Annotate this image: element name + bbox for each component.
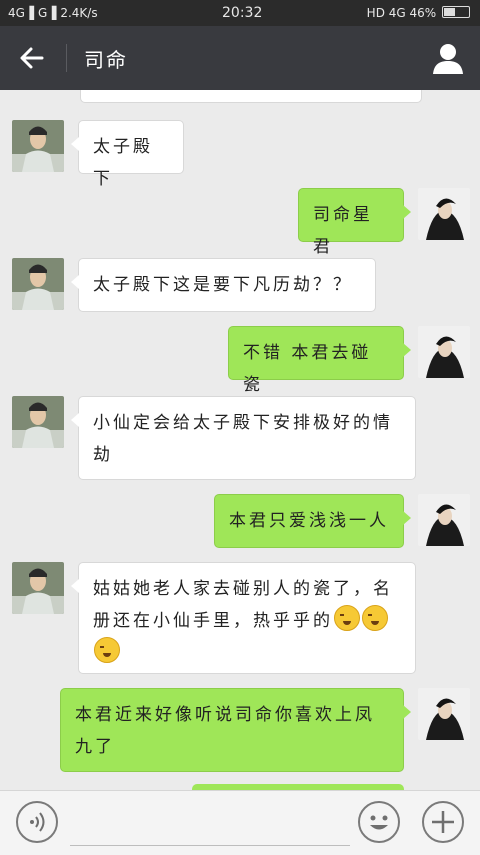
message-bubble[interactable]: 姑姑她老人家去碰别人的瓷了，名册还在小仙手里，热乎乎的 <box>71 562 416 674</box>
message-bubble[interactable]: 本君只爱浅浅一人 <box>214 494 411 548</box>
avatar-image <box>12 562 64 614</box>
clock: 20:32 <box>222 5 263 21</box>
contact-avatar[interactable] <box>12 258 64 310</box>
avatar-image <box>12 396 64 448</box>
my-avatar[interactable] <box>418 688 470 740</box>
message-bubble[interactable]: 太子殿下 <box>71 120 184 189</box>
avatar-image <box>418 688 470 740</box>
system-status: HD 4G 46% <box>367 6 470 20</box>
grin-sweat-emoji-icon <box>94 637 120 663</box>
person-icon <box>433 44 463 74</box>
battery-fill <box>444 8 455 16</box>
smiley-icon <box>370 815 388 830</box>
arrow-left-icon <box>20 47 44 69</box>
message-input[interactable] <box>70 807 350 846</box>
contact-avatar[interactable] <box>12 396 64 448</box>
my-avatar[interactable] <box>418 326 470 378</box>
chat-title: 司命 <box>84 48 128 72</box>
my-avatar[interactable] <box>418 188 470 240</box>
voice-button[interactable] <box>16 801 58 843</box>
grin-sweat-emoji-icon <box>362 605 388 631</box>
message-row: 太子殿下 <box>0 120 480 189</box>
message-row: 太子殿下这是要下凡历劫？？ <box>0 258 480 312</box>
chat-header: 司命 <box>0 26 480 90</box>
message-row: 不错 本君去碰瓷 <box>0 326 480 395</box>
previous-message-bubble <box>80 90 422 103</box>
back-button[interactable] <box>12 38 52 78</box>
avatar-image <box>418 188 470 240</box>
contact-avatar[interactable] <box>12 120 64 172</box>
emoji-button[interactable] <box>358 801 400 843</box>
avatar-image <box>12 258 64 310</box>
my-avatar[interactable] <box>418 494 470 546</box>
message-bubble[interactable]: 小仙定会给太子殿下安排极好的情劫 <box>71 396 416 480</box>
message-row: 本君只爱浅浅一人 <box>0 494 480 548</box>
status-right-text: HD 4G 46% <box>366 6 437 20</box>
more-button[interactable] <box>422 801 464 843</box>
avatar-image <box>12 120 64 172</box>
message-row: 姑姑她老人家去碰别人的瓷了，名册还在小仙手里，热乎乎的 <box>0 562 480 674</box>
message-row: 司命星君 <box>0 188 480 257</box>
contact-avatar[interactable] <box>12 562 64 614</box>
grin-sweat-emoji-icon <box>334 605 360 631</box>
status-bar: 4G▐ G▐ 2.4K/s 20:32 HD 4G 46% <box>0 0 480 26</box>
message-bubble[interactable]: 本君近来好像听说司命你喜欢上凤九了 <box>60 688 411 772</box>
plus-icon <box>432 811 454 833</box>
input-bar <box>0 790 480 855</box>
avatar-image <box>418 326 470 378</box>
voice-icon <box>30 812 45 832</box>
message-row: 小仙定会给太子殿下安排极好的情劫 <box>0 396 480 480</box>
message-row: 本君近来好像听说司命你喜欢上凤九了 <box>0 688 480 772</box>
message-bubble[interactable]: 太子殿下这是要下凡历劫？？ <box>71 258 376 312</box>
message-bubble[interactable]: 司命星君 <box>298 188 411 257</box>
battery-icon <box>442 6 470 18</box>
message-list[interactable]: 太子殿下 司命星君 太子殿下这是要下凡历劫？？ 不错 本君去碰瓷 小仙定会给太子… <box>0 90 480 790</box>
avatar-image <box>418 494 470 546</box>
message-bubble[interactable]: 不错 本君去碰瓷 <box>228 326 411 395</box>
header-divider <box>66 44 67 72</box>
signal-status: 4G▐ G▐ 2.4K/s <box>8 6 98 20</box>
chat-info-button[interactable] <box>430 40 466 76</box>
